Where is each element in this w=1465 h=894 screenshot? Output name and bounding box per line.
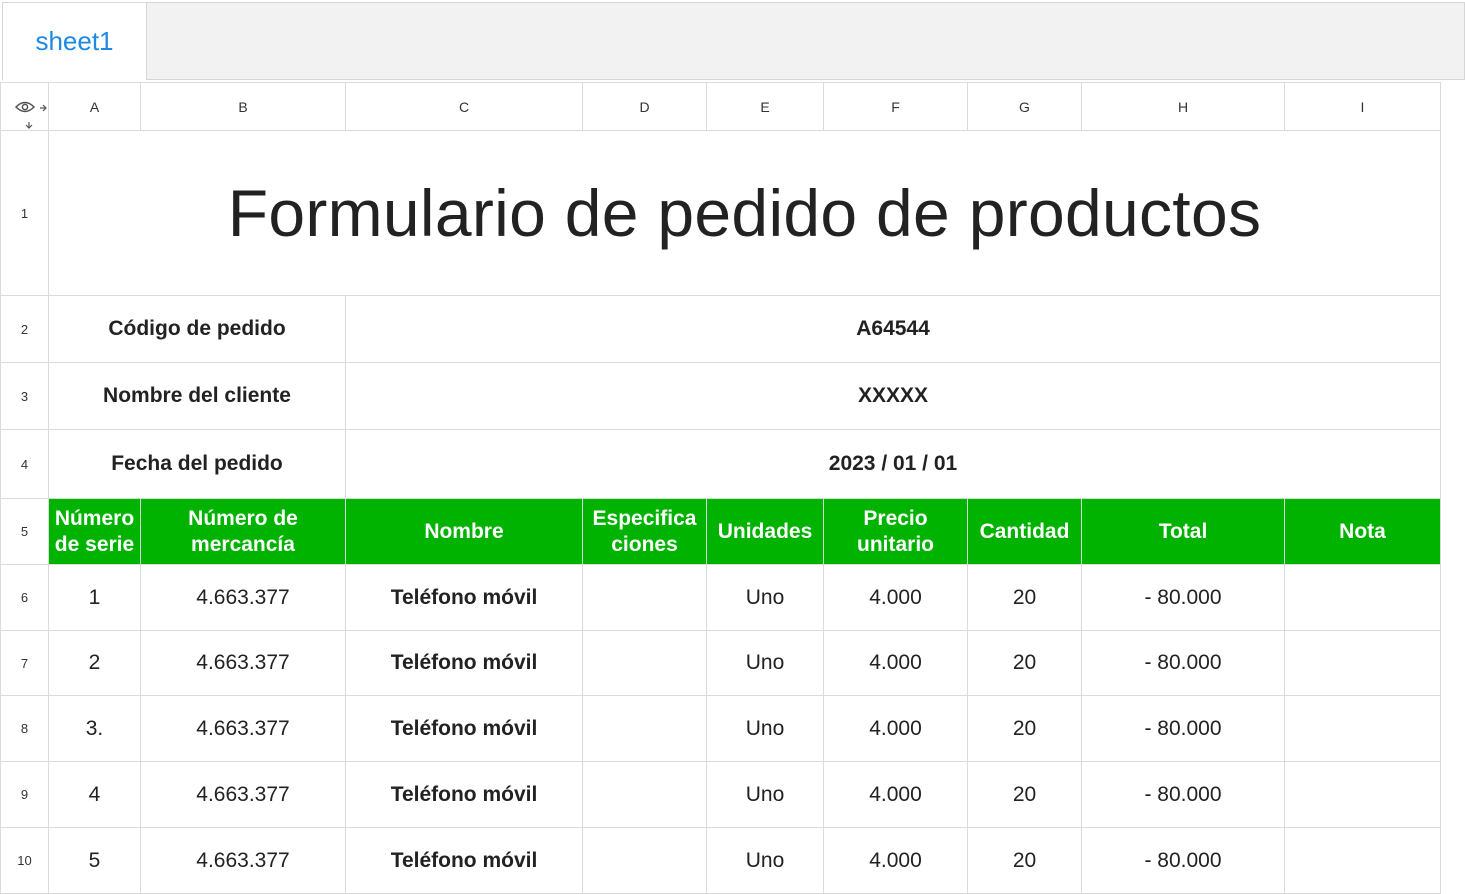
cell-serial[interactable]: 1 <box>48 564 141 631</box>
cell-unit-price[interactable]: 4.000 <box>823 695 968 762</box>
cell-serial[interactable]: 3. <box>48 695 141 762</box>
header-item-number[interactable]: Número de mercancía <box>140 498 346 565</box>
sheet-tab-bar: sheet1 <box>2 2 1465 80</box>
cell-total[interactable]: - 80.000 <box>1081 761 1285 828</box>
table-row: 8 3. 4.663.377 Teléfono móvil Uno 4.000 … <box>0 695 1441 762</box>
header-total[interactable]: Total <box>1081 498 1285 565</box>
row-header-5[interactable]: 5 <box>0 498 49 565</box>
form-title[interactable]: Formulario de pedido de productos <box>48 130 1441 296</box>
row-header-1[interactable]: 1 <box>0 130 49 296</box>
cell-item-number[interactable]: 4.663.377 <box>140 695 346 762</box>
cell-serial[interactable]: 2 <box>48 630 141 696</box>
header-units[interactable]: Unidades <box>706 498 824 565</box>
cell-unit-price[interactable]: 4.000 <box>823 630 968 696</box>
cell-quantity[interactable]: 20 <box>967 761 1082 828</box>
header-name[interactable]: Nombre <box>345 498 583 565</box>
row-5: 5 Número de serie Número de mercancía No… <box>0 498 1441 565</box>
table-row: 7 2 4.663.377 Teléfono móvil Uno 4.000 2… <box>0 630 1441 696</box>
header-quantity[interactable]: Cantidad <box>967 498 1082 565</box>
row-3: 3 Nombre del cliente XXXXX <box>0 362 1441 430</box>
order-date-value[interactable]: 2023 / 01 / 01 <box>345 429 1441 499</box>
column-header-f[interactable]: F <box>823 82 968 131</box>
cell-total[interactable]: - 80.000 <box>1081 695 1285 762</box>
cell-item-number[interactable]: 4.663.377 <box>140 564 346 631</box>
cell-note[interactable] <box>1284 630 1441 696</box>
header-specifications[interactable]: Especifica ciones <box>582 498 707 565</box>
cell-quantity[interactable]: 20 <box>967 827 1082 894</box>
row-header-4[interactable]: 4 <box>0 429 49 499</box>
order-code-label[interactable]: Código de pedido <box>48 295 346 363</box>
cell-specs[interactable] <box>582 827 707 894</box>
cell-unit-price[interactable]: 4.000 <box>823 761 968 828</box>
row-2: 2 Código de pedido A64544 <box>0 295 1441 363</box>
column-header-a[interactable]: A <box>48 82 141 131</box>
customer-name-value[interactable]: XXXXX <box>345 362 1441 430</box>
cell-name[interactable]: Teléfono móvil <box>345 564 583 631</box>
cell-item-number[interactable]: 4.663.377 <box>140 630 346 696</box>
row-header-7[interactable]: 7 <box>0 630 49 696</box>
row-header-8[interactable]: 8 <box>0 695 49 762</box>
customer-name-label[interactable]: Nombre del cliente <box>48 362 346 430</box>
spreadsheet-grid: A B C D E F G H I 1 Formulario de pedido… <box>0 82 1441 894</box>
eye-icon[interactable] <box>15 100 35 114</box>
cell-specs[interactable] <box>582 564 707 631</box>
cell-note[interactable] <box>1284 761 1441 828</box>
cell-units[interactable]: Uno <box>706 564 824 631</box>
table-row: 6 1 4.663.377 Teléfono móvil Uno 4.000 2… <box>0 564 1441 631</box>
column-header-c[interactable]: C <box>345 82 583 131</box>
cell-note[interactable] <box>1284 827 1441 894</box>
cell-name[interactable]: Teléfono móvil <box>345 695 583 762</box>
cell-specs[interactable] <box>582 695 707 762</box>
cell-specs[interactable] <box>582 761 707 828</box>
cell-unit-price[interactable]: 4.000 <box>823 564 968 631</box>
header-serial-number[interactable]: Número de serie <box>48 498 141 565</box>
column-header-i[interactable]: I <box>1284 82 1441 131</box>
row-header-6[interactable]: 6 <box>0 564 49 631</box>
table-row: 10 5 4.663.377 Teléfono móvil Uno 4.000 … <box>0 827 1441 894</box>
row-1: 1 Formulario de pedido de productos <box>0 130 1441 296</box>
cell-total[interactable]: - 80.000 <box>1081 564 1285 631</box>
cell-total[interactable]: - 80.000 <box>1081 827 1285 894</box>
row-4: 4 Fecha del pedido 2023 / 01 / 01 <box>0 429 1441 499</box>
column-header-e[interactable]: E <box>706 82 824 131</box>
row-header-10[interactable]: 10 <box>0 827 49 894</box>
cell-total[interactable]: - 80.000 <box>1081 630 1285 696</box>
cell-units[interactable]: Uno <box>706 630 824 696</box>
cell-name[interactable]: Teléfono móvil <box>345 630 583 696</box>
cell-note[interactable] <box>1284 564 1441 631</box>
cell-quantity[interactable]: 20 <box>967 564 1082 631</box>
cell-name[interactable]: Teléfono móvil <box>345 761 583 828</box>
column-header-d[interactable]: D <box>582 82 707 131</box>
collapse-rows-icon[interactable] <box>18 120 40 131</box>
tab-sheet1[interactable]: sheet1 <box>3 3 147 80</box>
row-header-2[interactable]: 2 <box>0 295 49 363</box>
cell-note[interactable] <box>1284 695 1441 762</box>
cell-units[interactable]: Uno <box>706 695 824 762</box>
cell-item-number[interactable]: 4.663.377 <box>140 761 346 828</box>
order-date-label[interactable]: Fecha del pedido <box>48 429 346 499</box>
cell-serial[interactable]: 5 <box>48 827 141 894</box>
row-header-3[interactable]: 3 <box>0 362 49 430</box>
cell-serial[interactable]: 4 <box>48 761 141 828</box>
cell-unit-price[interactable]: 4.000 <box>823 827 968 894</box>
corner-cell <box>0 82 49 131</box>
header-note[interactable]: Nota <box>1284 498 1441 565</box>
cell-quantity[interactable]: 20 <box>967 695 1082 762</box>
column-header-g[interactable]: G <box>967 82 1082 131</box>
cell-name[interactable]: Teléfono móvil <box>345 827 583 894</box>
header-unit-price[interactable]: Precio unitario <box>823 498 968 565</box>
row-header-9[interactable]: 9 <box>0 761 49 828</box>
column-header-b[interactable]: B <box>140 82 346 131</box>
column-header-h[interactable]: H <box>1081 82 1285 131</box>
order-code-value[interactable]: A64544 <box>345 295 1441 363</box>
collapse-columns-icon[interactable] <box>38 99 49 117</box>
table-row: 9 4 4.663.377 Teléfono móvil Uno 4.000 2… <box>0 761 1441 828</box>
cell-units[interactable]: Uno <box>706 761 824 828</box>
cell-quantity[interactable]: 20 <box>967 630 1082 696</box>
cell-item-number[interactable]: 4.663.377 <box>140 827 346 894</box>
cell-units[interactable]: Uno <box>706 827 824 894</box>
column-header-row: A B C D E F G H I <box>0 82 1441 131</box>
cell-specs[interactable] <box>582 630 707 696</box>
